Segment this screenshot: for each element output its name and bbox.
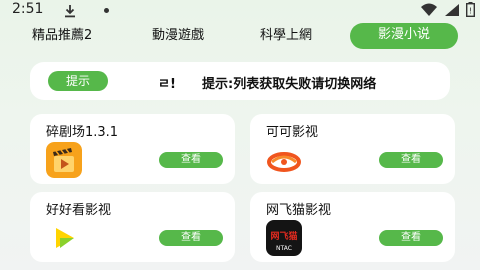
- notice-text: 提示:列表获取失败请切换网络: [202, 77, 377, 92]
- svg-text:NTAC: NTAC: [276, 245, 292, 252]
- category-tabs: 精品推薦2 動漫遊戲 科學上網 影漫小说: [0, 20, 480, 50]
- app-title: 网飞猫影视: [266, 203, 332, 218]
- battery-icon: !: [465, 2, 475, 21]
- tab-premium-recommend[interactable]: 精品推薦2: [32, 24, 92, 48]
- view-button[interactable]: 查看: [379, 230, 443, 246]
- view-button[interactable]: 查看: [159, 230, 223, 246]
- dot-icon: [104, 8, 109, 13]
- svg-text:网飞猫: 网飞猫: [270, 230, 297, 242]
- notice-scroll-fragment: ㄹ!: [158, 77, 176, 92]
- app-card-keke[interactable]: 可可影视 查看: [250, 114, 455, 184]
- view-button[interactable]: 查看: [159, 152, 223, 168]
- app-title: 可可影视: [266, 125, 319, 140]
- app-card-haohaokan[interactable]: 好好看影视 查看: [30, 192, 235, 262]
- app-card-suijuchang[interactable]: 碎剧场1.3.1 查看: [30, 114, 235, 184]
- yellow-green-play-icon: [46, 220, 82, 256]
- status-time: 2:51: [12, 1, 44, 17]
- signal-icon: [444, 2, 460, 21]
- wifi-icon: [420, 2, 438, 21]
- status-bar: 2:51 !: [0, 0, 480, 20]
- app-title: 碎剧场1.3.1: [46, 125, 119, 140]
- view-button[interactable]: 查看: [379, 152, 443, 168]
- tab-anime-games[interactable]: 動漫遊戲: [152, 24, 204, 48]
- netcat-logo-icon: 网飞猫 NTAC: [266, 220, 302, 256]
- orange-wave-icon: [266, 142, 302, 178]
- tab-video-novels[interactable]: 影漫小说: [350, 23, 458, 49]
- notice-button[interactable]: 提示: [48, 71, 108, 91]
- app-card-wangfeimao[interactable]: 网飞猫影视 网飞猫 NTAC 查看: [250, 192, 455, 262]
- svg-text:!: !: [469, 7, 472, 16]
- notice-bar: 提示 ㄹ! 提示:列表获取失败请切换网络: [30, 62, 450, 100]
- tab-vpn[interactable]: 科學上網: [260, 24, 312, 48]
- app-title: 好好看影视: [46, 203, 112, 218]
- film-clapper-icon: [46, 142, 82, 178]
